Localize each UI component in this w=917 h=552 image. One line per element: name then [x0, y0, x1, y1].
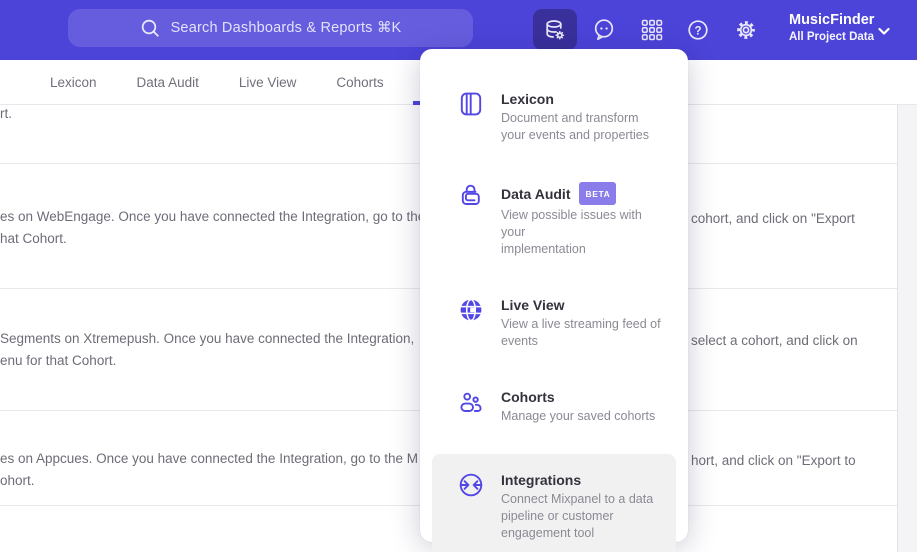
menu-item-description: View a live streaming feed of events — [501, 317, 661, 348]
settings-button[interactable] — [732, 16, 760, 44]
cohorts-people-icon — [458, 389, 484, 415]
menu-item-title: Lexicon — [501, 91, 554, 107]
data-management-button[interactable] — [533, 9, 577, 50]
menu-item-cohorts[interactable]: Cohorts Manage your saved cohorts — [432, 369, 676, 444]
list-item-text: hat Cohort. — [0, 231, 67, 246]
integrations-arrows-icon — [458, 472, 484, 498]
project-subtitle: All Project Data — [789, 31, 874, 43]
menu-item-title: Data Audit — [501, 185, 571, 202]
menu-item-description: View possible issues with your implement… — [501, 208, 642, 256]
data-audit-lock-icon — [458, 183, 484, 209]
project-name: MusicFinder — [789, 12, 875, 28]
menu-item-lexicon[interactable]: Lexicon Document and transform your even… — [432, 71, 676, 163]
data-management-menu: Lexicon Document and transform your even… — [420, 49, 688, 552]
help-button[interactable]: ? — [684, 16, 712, 44]
list-item-text: es on Appcues. Once you have connected t… — [0, 451, 419, 466]
tab-lexicon[interactable]: Lexicon — [50, 75, 97, 90]
tab-data-audit[interactable]: Data Audit — [137, 75, 199, 90]
apps-menu-button[interactable] — [638, 16, 666, 44]
help-icon: ? — [685, 17, 711, 43]
chat-bubble-icon — [591, 17, 617, 43]
lexicon-book-icon — [458, 91, 484, 117]
list-item-text: ohort. — [0, 473, 35, 488]
svg-text:?: ? — [694, 25, 701, 37]
list-item-text: hort, and click on "Export to — [691, 453, 856, 468]
list-item-text: Segments on Xtremepush. Once you have co… — [0, 331, 415, 346]
menu-item-integrations[interactable]: Integrations Connect Mixpanel to a data … — [432, 454, 676, 552]
menu-item-data-audit[interactable]: Data Audit BETA View possible issues wit… — [432, 163, 676, 277]
gear-icon — [733, 17, 759, 43]
feedback-button[interactable] — [590, 16, 618, 44]
menu-item-title: Live View — [501, 297, 565, 313]
list-item-text: select a cohort, and click on — [691, 333, 858, 348]
search-input[interactable]: Search Dashboards & Reports ⌘K — [68, 9, 473, 47]
database-gear-icon — [542, 17, 568, 43]
beta-badge: BETA — [579, 182, 617, 205]
menu-item-description: Document and transform your events and p… — [501, 111, 650, 142]
grid-icon — [639, 17, 665, 43]
project-selector[interactable]: MusicFinder All Project Data — [789, 11, 874, 45]
chevron-down-icon[interactable] — [875, 22, 893, 40]
tab-live-view[interactable]: Live View — [239, 75, 297, 90]
menu-item-description: Manage your saved cohorts — [501, 409, 656, 423]
list-item-text: cohort, and click on "Export — [691, 211, 855, 226]
menu-item-title: Cohorts — [501, 389, 555, 405]
tab-cohorts[interactable]: Cohorts — [336, 75, 383, 90]
menu-item-description: Connect Mixpanel to a data pipeline or c… — [501, 492, 654, 540]
list-item-text: es on WebEngage. Once you have connected… — [0, 209, 426, 224]
list-item-text: rt. — [0, 106, 12, 121]
live-view-globe-icon — [458, 297, 484, 323]
search-placeholder: Search Dashboards & Reports ⌘K — [170, 20, 402, 36]
search-icon — [140, 18, 160, 38]
page-gutter — [897, 105, 917, 552]
menu-item-title: Integrations — [501, 472, 582, 488]
menu-item-live-view[interactable]: Live View View a live streaming feed of … — [432, 277, 676, 369]
list-item-text: enu for that Cohort. — [0, 353, 117, 368]
